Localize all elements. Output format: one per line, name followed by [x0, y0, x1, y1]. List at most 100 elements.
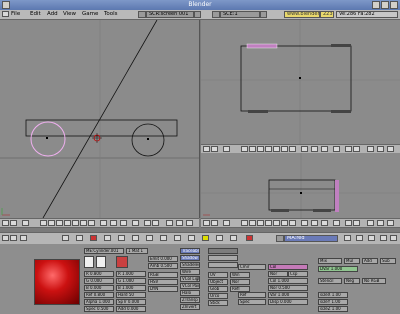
screen-delete-button[interactable]	[194, 11, 201, 18]
camera-icon[interactable]	[367, 146, 374, 152]
window-type-icon[interactable]	[2, 235, 9, 241]
layer-button[interactable]	[289, 220, 296, 226]
spec-r-field[interactable]: R 1.000	[116, 271, 146, 277]
spec-b-field[interactable]: B 1.000	[116, 285, 146, 291]
image-icon[interactable]	[387, 220, 394, 226]
layer-button[interactable]	[64, 220, 71, 226]
local-view-icon[interactable]	[311, 220, 318, 226]
stencil-button[interactable]: Stencil	[318, 278, 342, 284]
perspective-icon[interactable]	[321, 146, 328, 152]
tex-value-var[interactable]: Var 1.000	[268, 292, 308, 298]
tex-value-nor[interactable]: Nor 0.500	[268, 285, 308, 291]
layer-button[interactable]	[281, 220, 288, 226]
draw-type-icon[interactable]	[333, 146, 340, 152]
param-hard[interactable]: Hard 50	[116, 292, 146, 298]
color-swatch-mirror[interactable]	[96, 256, 106, 268]
menu-game[interactable]: Game	[82, 11, 98, 18]
viewport-top-right[interactable]	[201, 20, 400, 144]
draw-type-icon[interactable]	[333, 220, 340, 226]
edit-buttons-icon[interactable]	[146, 235, 153, 241]
layer-button[interactable]	[88, 220, 95, 226]
texture-channel-2[interactable]	[208, 255, 238, 261]
blend-mix[interactable]: Mix	[318, 258, 342, 264]
copy-icon[interactable]	[380, 235, 387, 241]
tex-channel-cmir[interactable]: Cmir	[238, 264, 266, 270]
local-view-icon[interactable]	[311, 146, 318, 152]
minimize-icon[interactable]	[372, 1, 380, 9]
rgb-b-field[interactable]: B 0.000	[84, 285, 114, 291]
param-amb[interactable]: Amb 0.500	[148, 263, 178, 269]
neg-button[interactable]: Neg	[344, 278, 360, 284]
menu-edit[interactable]: Edit	[30, 11, 41, 18]
view-buttons-icon[interactable]	[62, 235, 69, 241]
param-alpha[interactable]: Alpha 1.000	[84, 299, 114, 305]
mapping-stick[interactable]: Stick	[208, 300, 228, 306]
layer-button[interactable]	[265, 146, 272, 152]
size-z-field[interactable]: sizeZ 1.00	[318, 306, 348, 312]
mapping-nor[interactable]: Nor	[230, 279, 250, 285]
window-type-icon[interactable]	[2, 220, 9, 226]
option-zinvert[interactable]: ZInvert	[180, 304, 200, 310]
lock-icon[interactable]	[301, 146, 308, 152]
param-spec[interactable]: Spec 0.500	[84, 306, 114, 312]
window-type-icon[interactable]	[203, 146, 210, 152]
layer-button[interactable]	[281, 146, 288, 152]
draw-type-icon[interactable]	[132, 220, 139, 226]
mapping-win[interactable]: Win	[230, 272, 250, 278]
viewport-left[interactable]	[0, 20, 200, 218]
translate-view-icon[interactable]	[144, 220, 151, 226]
option-shadeless[interactable]: Shadeless	[180, 262, 200, 268]
view-mode-icon[interactable]	[223, 220, 230, 226]
param-add[interactable]: Add 0.000	[116, 306, 146, 312]
material-slot[interactable]: 1 Mat 1	[126, 248, 148, 254]
layer-button[interactable]	[72, 220, 79, 226]
perspective-icon[interactable]	[321, 220, 328, 226]
lamp-buttons-icon[interactable]	[76, 235, 83, 241]
tex-channel-spec[interactable]: Spec	[238, 299, 266, 305]
close-icon[interactable]	[390, 1, 398, 9]
scene-selector[interactable]: SCE:1	[220, 11, 260, 18]
paint-buttons-icon[interactable]	[174, 235, 181, 241]
lock-icon[interactable]	[100, 220, 107, 226]
option-halo[interactable]: Halo	[180, 290, 200, 296]
object-link-field[interactable]: ME:Cylinder.001	[84, 248, 124, 254]
texture-buttons-icon[interactable]	[104, 235, 111, 241]
preset-tab-hsv[interactable]: HSV	[148, 279, 178, 285]
full-window-icon[interactable]	[10, 235, 17, 241]
display-buttons-icon[interactable]	[230, 235, 237, 241]
realtime-buttons-icon[interactable]	[132, 235, 139, 241]
window-type-icon[interactable]	[2, 11, 9, 17]
color-swatch-diffuse[interactable]	[116, 256, 128, 268]
mapping-orco[interactable]: Orco	[208, 293, 228, 299]
camera-icon[interactable]	[166, 220, 173, 226]
tex-channel-col[interactable]: Col	[268, 264, 308, 270]
option-vcol-light[interactable]: VCol Light	[180, 276, 200, 282]
preset-tab-rgb[interactable]: RGB	[148, 272, 178, 278]
animation-buttons-icon[interactable]	[118, 235, 125, 241]
material-x-icon[interactable]	[344, 235, 351, 241]
option-shadow[interactable]: Shadow	[180, 255, 200, 261]
material-browse-button[interactable]	[276, 235, 284, 242]
color-swatch-spec[interactable]	[84, 256, 94, 268]
viewport-bottom-right[interactable]	[201, 153, 400, 218]
preset-tab-dyn[interactable]: DYN	[148, 286, 178, 292]
param-emit[interactable]: Emit 0.000	[148, 256, 178, 262]
material-name-field[interactable]: MA:red	[284, 235, 338, 242]
mapping-uv[interactable]: UV	[208, 272, 228, 278]
menu-view[interactable]: View	[63, 11, 76, 18]
scene-delete-button[interactable]	[260, 11, 267, 18]
texture-channel-1[interactable]	[208, 248, 238, 254]
radiosity-buttons-icon[interactable]	[188, 235, 195, 241]
local-view-icon[interactable]	[110, 220, 117, 226]
render-icon[interactable]	[176, 220, 183, 226]
option-wire[interactable]: Wire	[180, 269, 200, 275]
param-ref[interactable]: Ref 0.800	[84, 292, 114, 298]
menu-file[interactable]: File	[11, 11, 20, 18]
mapping-glob[interactable]: Glob	[208, 286, 228, 292]
layer-button[interactable]	[265, 220, 272, 226]
layer-button[interactable]	[249, 146, 256, 152]
texture-channel-3[interactable]	[208, 262, 238, 268]
blend-mul[interactable]: Mul	[344, 258, 360, 264]
rgb-r-field[interactable]: R 0.800	[84, 271, 114, 277]
blend-add[interactable]: Add	[362, 258, 378, 264]
